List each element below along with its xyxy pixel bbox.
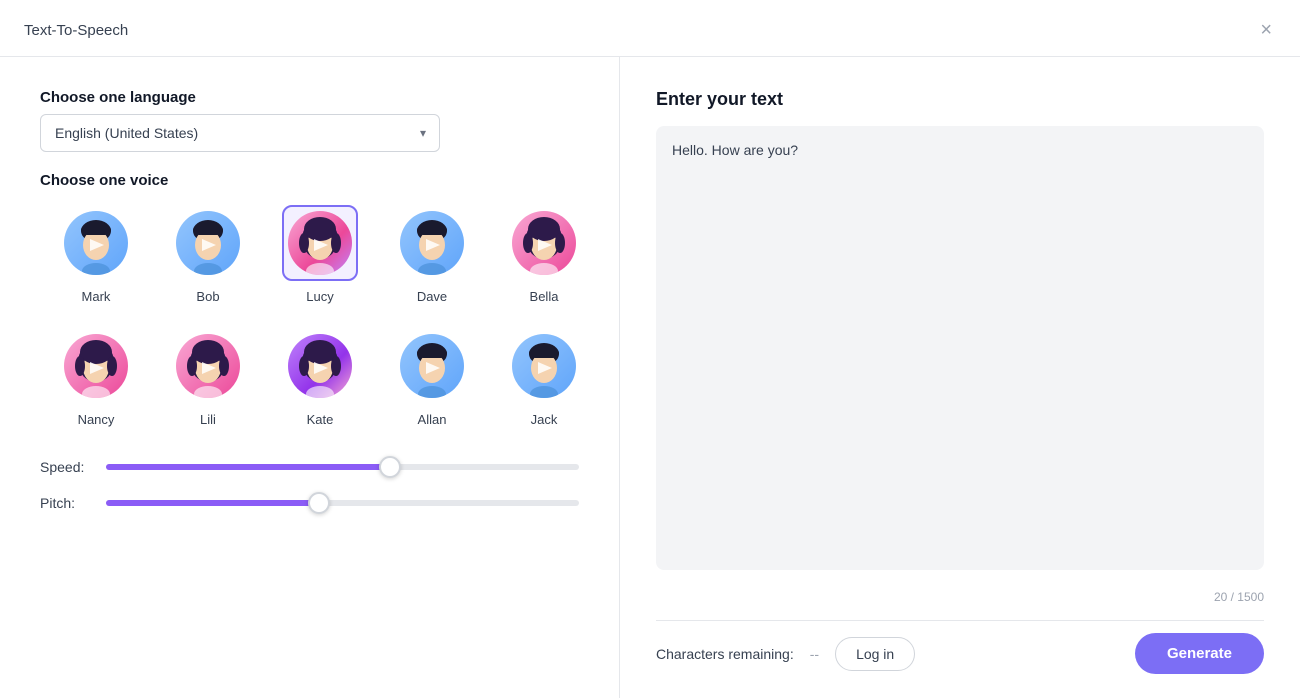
pitch-slider[interactable] bbox=[106, 500, 579, 506]
voice-avatar-wrapper-lili bbox=[170, 328, 246, 404]
bottom-bar: Characters remaining: -- Log in Generate bbox=[656, 620, 1264, 674]
voice-name-mark: Mark bbox=[82, 289, 111, 304]
voice-avatar-wrapper-lucy bbox=[282, 205, 358, 281]
voice-avatar-lucy bbox=[288, 211, 352, 275]
voice-item-mark[interactable]: Mark bbox=[40, 197, 152, 312]
voice-avatar-lili bbox=[176, 334, 240, 398]
char-counter: 20 / 1500 bbox=[656, 590, 1264, 604]
pitch-row: Pitch: bbox=[40, 495, 579, 511]
text-input[interactable] bbox=[656, 126, 1264, 570]
voice-name-dave: Dave bbox=[417, 289, 447, 304]
sliders-section: Speed: Pitch: bbox=[40, 459, 579, 511]
language-section-label: Choose one language bbox=[40, 89, 579, 106]
text-section-label: Enter your text bbox=[656, 89, 1264, 110]
voice-item-nancy[interactable]: Nancy bbox=[40, 320, 152, 435]
voice-avatar-nancy bbox=[64, 334, 128, 398]
chars-remaining-label: Characters remaining: bbox=[656, 646, 794, 662]
voice-item-kate[interactable]: Kate bbox=[264, 320, 376, 435]
pitch-label: Pitch: bbox=[40, 495, 90, 511]
voice-avatar-kate bbox=[288, 334, 352, 398]
voice-name-bella: Bella bbox=[530, 289, 559, 304]
voice-item-jack[interactable]: Jack bbox=[488, 320, 600, 435]
voice-section: Choose one voice Mark bbox=[40, 172, 579, 435]
left-panel: Choose one language English (United Stat… bbox=[0, 57, 620, 698]
dialog: Text-To-Speech × Choose one language Eng… bbox=[0, 0, 1300, 698]
dialog-header: Text-To-Speech × bbox=[0, 0, 1300, 57]
voice-avatar-wrapper-dave bbox=[394, 205, 470, 281]
voice-avatar-wrapper-bella bbox=[506, 205, 582, 281]
voice-item-lili[interactable]: Lili bbox=[152, 320, 264, 435]
speed-slider[interactable] bbox=[106, 464, 579, 470]
voice-avatar-wrapper-allan bbox=[394, 328, 470, 404]
language-section: Choose one language English (United Stat… bbox=[40, 89, 579, 152]
generate-button[interactable]: Generate bbox=[1135, 633, 1264, 674]
voice-avatar-mark bbox=[64, 211, 128, 275]
dialog-body: Choose one language English (United Stat… bbox=[0, 57, 1300, 698]
close-button[interactable]: × bbox=[1256, 18, 1276, 42]
voice-name-nancy: Nancy bbox=[78, 412, 115, 427]
voice-avatar-wrapper-kate bbox=[282, 328, 358, 404]
right-panel: Enter your text 20 / 1500 Characters rem… bbox=[620, 57, 1300, 698]
chars-remaining-value: -- bbox=[810, 646, 819, 662]
voice-grid: Mark Bob bbox=[40, 197, 600, 435]
voice-avatar-dave bbox=[400, 211, 464, 275]
voice-avatar-bella bbox=[512, 211, 576, 275]
voice-name-jack: Jack bbox=[531, 412, 558, 427]
voice-avatar-wrapper-bob bbox=[170, 205, 246, 281]
voice-item-dave[interactable]: Dave bbox=[376, 197, 488, 312]
voice-item-bella[interactable]: Bella bbox=[488, 197, 600, 312]
language-select[interactable]: English (United States) English (United … bbox=[40, 114, 440, 152]
voice-name-bob: Bob bbox=[196, 289, 219, 304]
voice-item-allan[interactable]: Allan bbox=[376, 320, 488, 435]
dialog-title: Text-To-Speech bbox=[24, 22, 128, 39]
voice-name-lucy: Lucy bbox=[306, 289, 333, 304]
voice-avatar-allan bbox=[400, 334, 464, 398]
login-button[interactable]: Log in bbox=[835, 637, 915, 671]
voice-name-kate: Kate bbox=[307, 412, 334, 427]
voice-name-lili: Lili bbox=[200, 412, 216, 427]
voice-avatar-bob bbox=[176, 211, 240, 275]
voice-item-bob[interactable]: Bob bbox=[152, 197, 264, 312]
voice-avatar-wrapper-nancy bbox=[58, 328, 134, 404]
voice-section-label: Choose one voice bbox=[40, 172, 579, 189]
voice-item-lucy[interactable]: Lucy bbox=[264, 197, 376, 312]
voice-avatar-wrapper-mark bbox=[58, 205, 134, 281]
voice-avatar-jack bbox=[512, 334, 576, 398]
voice-name-allan: Allan bbox=[418, 412, 447, 427]
language-select-wrapper: English (United States) English (United … bbox=[40, 114, 440, 152]
speed-row: Speed: bbox=[40, 459, 579, 475]
speed-label: Speed: bbox=[40, 459, 90, 475]
voice-avatar-wrapper-jack bbox=[506, 328, 582, 404]
